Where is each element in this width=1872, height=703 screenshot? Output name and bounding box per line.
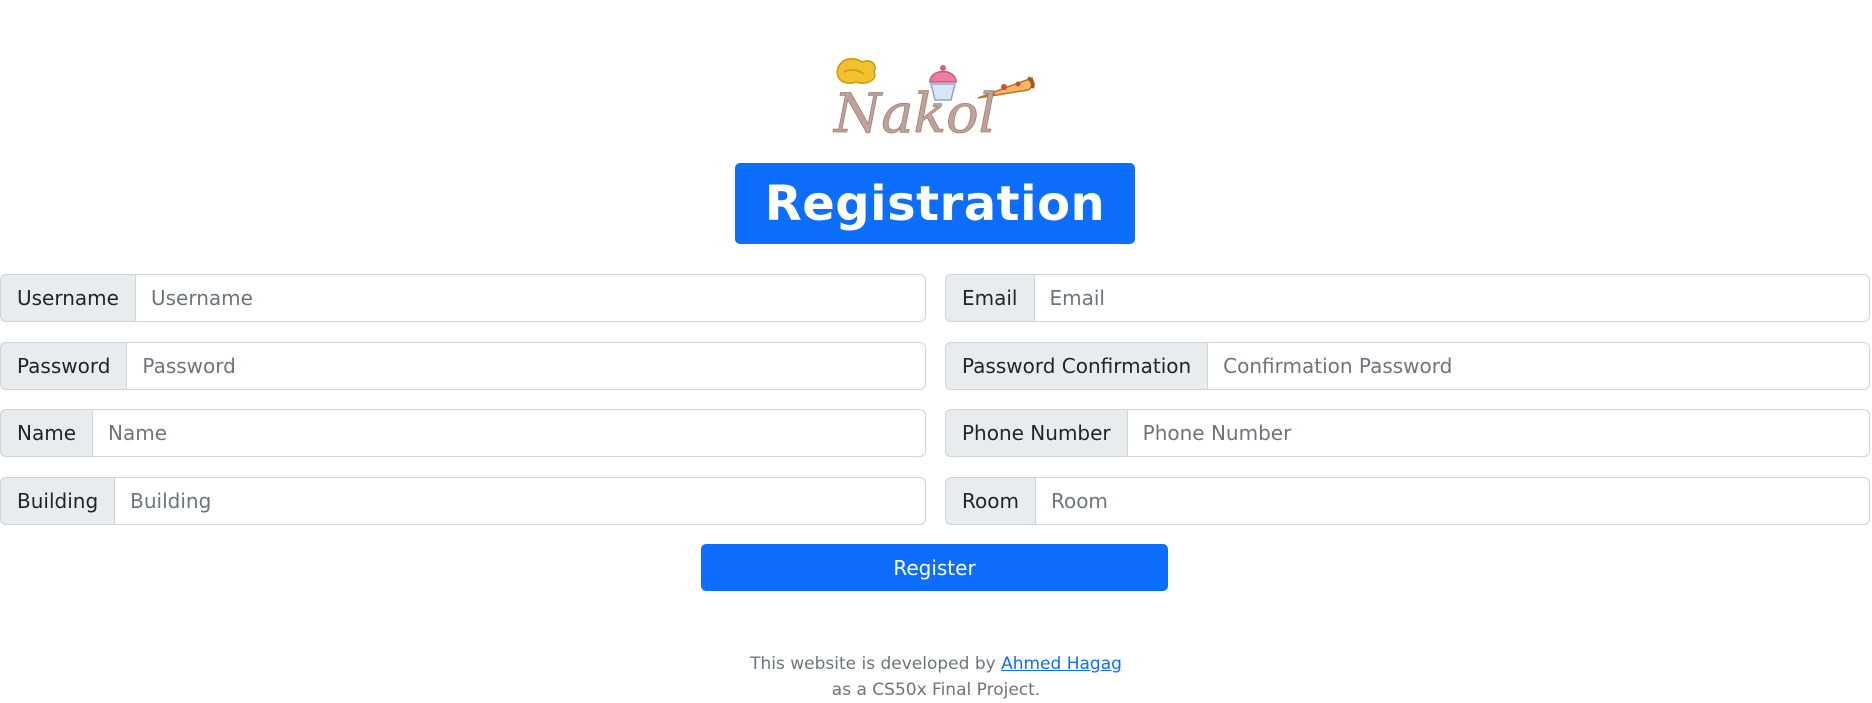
email-input[interactable]	[1033, 274, 1870, 322]
username-input[interactable]	[134, 274, 926, 322]
logo-graphic: Nakol	[832, 57, 1035, 145]
password-label: Password	[0, 342, 127, 390]
name-group: Name	[0, 409, 926, 457]
logo-wordmark: Nakol	[832, 82, 996, 145]
footer-line-1: This website is developed by Ahmed Hagag	[0, 651, 1872, 677]
phone-number-label: Phone Number	[945, 409, 1127, 457]
footer-line-2: as a CS50x Final Project.	[831, 680, 1041, 700]
page-title-text: Registration	[764, 175, 1106, 232]
username-group: Username	[0, 274, 926, 322]
footer: This website is developed by Ahmed Hagag…	[0, 651, 1872, 703]
room-group: Room	[945, 477, 1870, 525]
password-input[interactable]	[126, 342, 926, 390]
building-group: Building	[0, 477, 926, 525]
page-title: Registration	[735, 163, 1135, 244]
name-input[interactable]	[92, 409, 926, 457]
name-label: Name	[0, 409, 93, 457]
building-label: Building	[0, 477, 115, 525]
password-group: Password	[0, 342, 926, 390]
password-confirmation-label: Password Confirmation	[945, 342, 1208, 390]
room-label: Room	[945, 477, 1035, 525]
room-input[interactable]	[1034, 477, 1870, 525]
footer-credit-text: This website is developed by	[750, 654, 1002, 674]
username-label: Username	[0, 274, 135, 322]
author-link[interactable]: Ahmed Hagag	[1001, 654, 1122, 674]
building-input[interactable]	[114, 477, 926, 525]
email-group: Email	[945, 274, 1870, 322]
register-button[interactable]: Register	[701, 544, 1168, 591]
email-label: Email	[945, 274, 1034, 322]
password-confirmation-input[interactable]	[1207, 342, 1870, 390]
phone-number-input[interactable]	[1126, 409, 1870, 457]
phone-number-group: Phone Number	[945, 409, 1870, 457]
egg-icon	[836, 57, 876, 84]
password-confirmation-group: Password Confirmation	[945, 342, 1870, 390]
site-logo: Nakol	[828, 54, 1038, 150]
